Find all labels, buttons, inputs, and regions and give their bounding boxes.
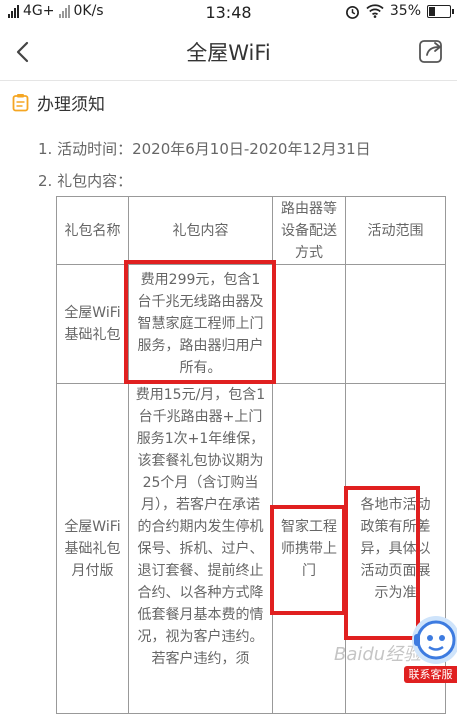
row1-name: 全屋WiFi基础礼包 [56,264,129,384]
header-delivery: 路由器等设备配送方式 [272,196,346,265]
highlight-box-content [124,260,276,384]
section-title: 办理须知 [37,95,105,115]
activity-time: 1. 活动时间：2020年6月10日-2020年12月31日 [38,140,371,158]
customer-service-button[interactable]: 联系客服 [400,610,457,684]
battery-icon [427,4,454,18]
header-content: 礼包内容 [128,196,273,265]
row1-scope [345,264,446,384]
battery-percent: 35% [389,3,421,19]
customer-service-label: 联系客服 [404,666,457,683]
share-icon [419,40,442,63]
wifi-icon [366,4,384,18]
nav-bar: 全屋WiFi [0,24,457,80]
package-content-label: 2. 礼包内容： [38,172,133,190]
alarm-icon [345,5,359,19]
row2-content: 费用15元/月，包含1台千兆路由器+上门服务1次+1年维保，该套餐礼包协议期为2… [128,383,273,714]
notice-icon [12,94,29,112]
share-button[interactable] [415,35,447,67]
row1-delivery [272,264,346,384]
header-name: 礼包名称 [56,196,129,265]
highlight-box-delivery [270,505,346,615]
header-scope: 活动范围 [345,196,446,265]
status-right: 35% [345,3,454,19]
page-title: 全屋WiFi [186,41,271,65]
row2-name: 全屋WiFi基础礼包月付版 [56,383,129,714]
status-bar: 4G+ 0K/s 13:48 35% [0,0,457,24]
table-header-row: 礼包名称 礼包内容 路由器等设备配送方式 活动范围 [56,196,446,265]
nav-divider [0,80,457,81]
section-header: 办理须知 [12,90,105,115]
robot-avatar-icon [412,616,457,664]
